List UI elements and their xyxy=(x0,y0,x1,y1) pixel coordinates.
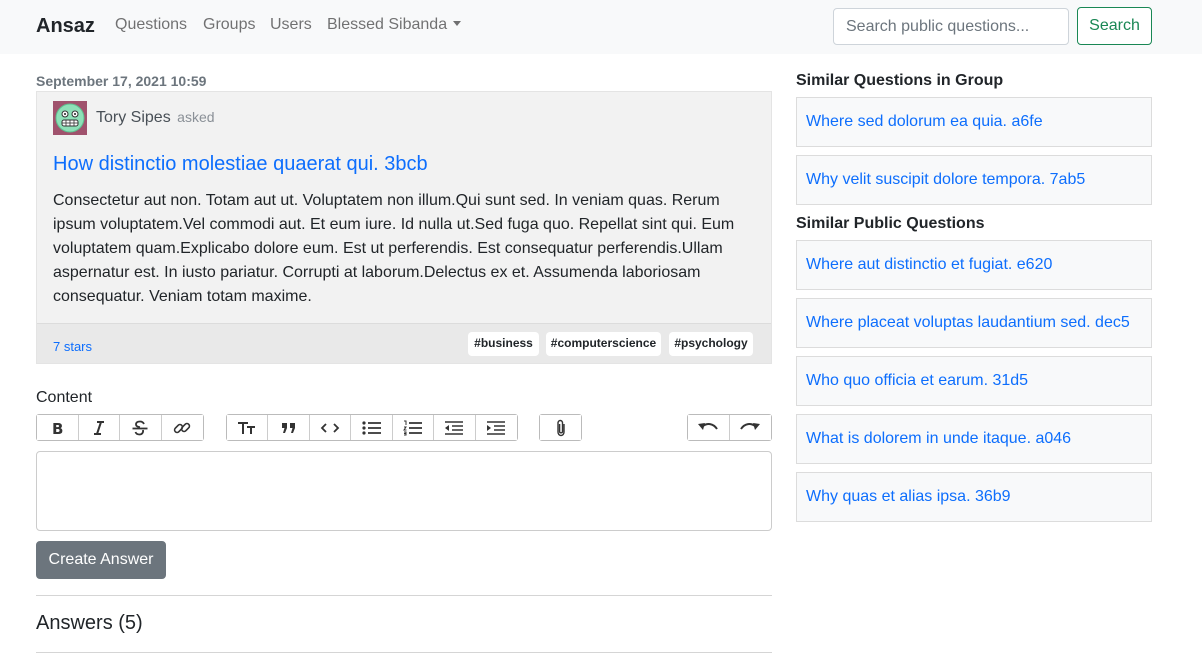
tag-business[interactable]: #business xyxy=(468,332,539,356)
similar-question-link[interactable]: Where aut distinctio et fugiat. e620 xyxy=(806,256,1052,274)
similar-question-link[interactable]: Where sed dolorum ea quia. a6fe xyxy=(806,113,1043,131)
numbered-list-icon xyxy=(403,420,422,435)
quote-button[interactable] xyxy=(268,415,310,440)
question-footer: 7 stars #business #computerscience #psyc… xyxy=(37,323,771,363)
undo-button[interactable] xyxy=(688,415,730,440)
indent-icon xyxy=(487,420,506,435)
italic-icon xyxy=(93,420,104,435)
similar-public-question[interactable]: Where placeat voluptas laudantium sed. d… xyxy=(796,298,1152,348)
similar-question-link[interactable]: Who quo officia et earum. 31d5 xyxy=(806,372,1028,390)
redo-icon xyxy=(740,422,761,430)
nav-link-users[interactable]: Users xyxy=(270,16,312,34)
question-card: Tory Sipes asked How distinctio molestia… xyxy=(36,91,772,364)
similar-public-question[interactable]: Why quas et alias ipsa. 36b9 xyxy=(796,472,1152,522)
similar-public-question[interactable]: Who quo officia et earum. 31d5 xyxy=(796,356,1152,406)
brand-logo[interactable]: Ansaz xyxy=(36,15,95,38)
similar-group-heading: Similar Questions in Group xyxy=(796,72,1004,89)
search-button[interactable]: Search xyxy=(1077,7,1152,45)
question-author: Tory Sipes asked xyxy=(96,109,215,127)
nav-link-questions[interactable]: Questions xyxy=(115,16,187,34)
user-menu-label: Blessed Sibanda xyxy=(327,16,448,33)
content-label: Content xyxy=(36,389,93,406)
bullet-list-button[interactable] xyxy=(351,415,393,440)
search-input[interactable] xyxy=(833,8,1069,45)
nav-link-groups[interactable]: Groups xyxy=(203,16,255,34)
similar-public-question[interactable]: Where aut distinctio et fugiat. e620 xyxy=(796,240,1152,290)
answers-heading: Answers (5) xyxy=(36,612,143,634)
undo-icon xyxy=(698,422,719,430)
toolbar-block-group xyxy=(226,414,518,441)
similar-question-link[interactable]: What is dolorem in unde itaque. a046 xyxy=(806,430,1071,448)
similar-public-heading: Similar Public Questions xyxy=(796,215,985,232)
toolbar-format-group: B xyxy=(36,414,204,441)
similar-question-link[interactable]: Why quas et alias ipsa. 36b9 xyxy=(806,488,1011,506)
asked-label: asked xyxy=(177,109,215,125)
similar-public-question[interactable]: What is dolorem in unde itaque. a046 xyxy=(796,414,1152,464)
bold-button[interactable]: B xyxy=(37,415,79,440)
similar-group-question[interactable]: Where sed dolorum ea quia. a6fe xyxy=(796,97,1152,147)
numbered-list-button[interactable] xyxy=(392,415,435,440)
tag-computerscience[interactable]: #computerscience xyxy=(546,332,661,356)
redo-button[interactable] xyxy=(729,415,771,440)
similar-question-link[interactable]: Why velit suscipit dolore tempora. 7ab5 xyxy=(806,171,1085,189)
svg-text:B: B xyxy=(52,420,63,436)
strikethrough-icon xyxy=(132,420,148,435)
outdent-button[interactable] xyxy=(434,415,476,440)
toolbar-attach-group xyxy=(539,414,582,441)
outdent-icon xyxy=(445,420,464,435)
link-button[interactable] xyxy=(161,415,203,440)
caret-down-icon xyxy=(453,21,462,26)
divider xyxy=(36,595,772,596)
attach-button[interactable] xyxy=(540,415,581,440)
heading-button[interactable] xyxy=(227,415,269,440)
tag-psychology[interactable]: #psychology xyxy=(669,332,753,356)
bold-icon: B xyxy=(52,420,63,436)
link-icon xyxy=(174,422,191,433)
similar-group-question[interactable]: Why velit suscipit dolore tempora. 7ab5 xyxy=(796,155,1152,205)
code-icon xyxy=(320,422,340,433)
indent-button[interactable] xyxy=(475,415,518,440)
quote-icon xyxy=(281,422,295,433)
question-body: Consectetur aut non. Totam aut ut. Volup… xyxy=(53,192,735,305)
italic-button[interactable] xyxy=(78,415,120,440)
strikethrough-button[interactable] xyxy=(120,415,162,440)
author-name[interactable]: Tory Sipes xyxy=(96,109,171,126)
answer-editor[interactable] xyxy=(36,451,772,531)
question-date: September 17, 2021 10:59 xyxy=(36,73,207,89)
similar-question-link[interactable]: Where placeat voluptas laudantium sed. d… xyxy=(806,314,1130,332)
attach-icon xyxy=(556,419,565,436)
avatar xyxy=(53,101,87,135)
create-answer-button[interactable]: Create Answer xyxy=(36,541,166,579)
top-navbar: Ansaz Questions Groups Users Blessed Sib… xyxy=(0,0,1202,54)
divider xyxy=(36,652,772,653)
stars-count[interactable]: 7 stars xyxy=(53,339,92,354)
toolbar-history-group xyxy=(687,414,772,441)
heading-icon xyxy=(238,421,256,434)
question-title[interactable]: How distinctio molestiae quaerat qui. 3b… xyxy=(53,153,428,176)
bullet-list-icon xyxy=(361,420,381,435)
code-button[interactable] xyxy=(309,415,352,440)
user-menu-dropdown[interactable]: Blessed Sibanda xyxy=(327,16,462,34)
